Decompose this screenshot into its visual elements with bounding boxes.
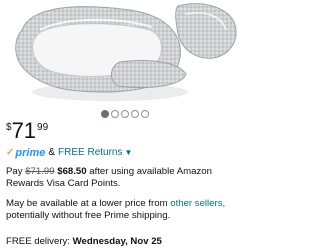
lower-price-suffix: potentially without free Prime shipping. [6, 210, 171, 221]
bassinet-image [15, 3, 237, 101]
new-price: $68.50 [57, 166, 87, 177]
delivery-label: FREE delivery: [6, 236, 70, 247]
lower-price-notice: May be available at a lower price from o… [6, 198, 248, 222]
rewards-offer: Pay $71.99 $68.50 after using available … [6, 166, 246, 190]
product-image[interactable] [0, 0, 250, 106]
chevron-down-icon[interactable]: ▼ [125, 147, 133, 159]
prime-badge-row: ✓ prime & FREE Returns ▼ [6, 147, 132, 159]
free-returns-link[interactable]: FREE Returns [58, 147, 122, 159]
carousel-dot[interactable] [141, 110, 149, 118]
price: $ 71 99 [6, 120, 48, 146]
pay-label: Pay [6, 166, 23, 177]
prime-logo: prime [15, 147, 46, 159]
image-carousel-dots [0, 109, 250, 119]
lower-price-prefix: May be available at a lower price from [6, 198, 168, 209]
old-price: $71.99 [25, 166, 55, 177]
other-sellers-link[interactable]: other sellers, [170, 198, 225, 209]
prime-check-icon: ✓ [6, 147, 15, 158]
delivery-info: FREE delivery: Wednesday, Nov 25 [6, 236, 248, 248]
carousel-dot[interactable] [131, 110, 139, 118]
delivery-date: Wednesday, Nov 25 [72, 236, 162, 247]
prime-separator: & [48, 147, 56, 158]
carousel-dot[interactable] [111, 110, 119, 118]
price-whole: 71 [11, 118, 37, 143]
carousel-dot[interactable] [121, 110, 129, 118]
price-fraction: 99 [37, 122, 49, 133]
carousel-dot[interactable] [101, 110, 109, 118]
